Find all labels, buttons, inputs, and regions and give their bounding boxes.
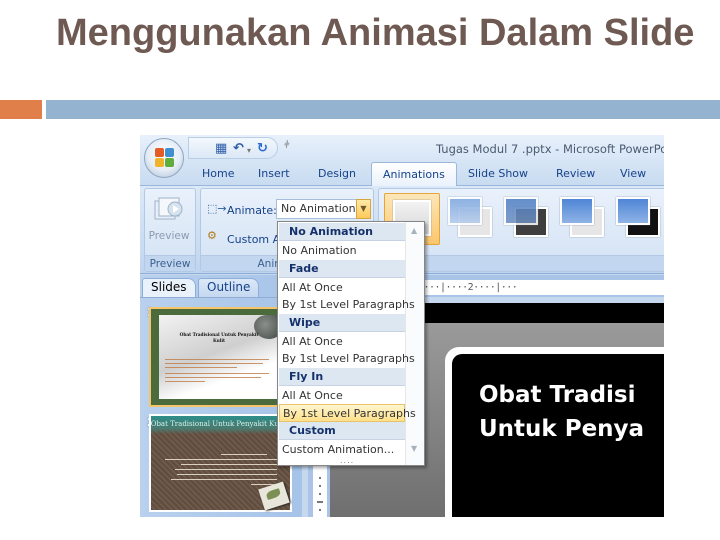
menu-item-fly-in-by-paragraph[interactable]: By 1st Level Paragraphs (279, 404, 416, 422)
animate-dropdown-button[interactable]: ▼ (356, 199, 371, 219)
tab-view[interactable]: View (620, 167, 646, 180)
section-header-fade: Fade (279, 260, 405, 278)
preview-group: Preview Preview (144, 188, 196, 272)
menu-item-fade-all-at-once[interactable]: All At Once (279, 279, 405, 297)
transition-cut-through-black[interactable] (612, 193, 664, 245)
custom-animation-icon: ⚙ (207, 229, 217, 242)
section-header-no-animation: No Animation (279, 223, 405, 241)
undo-dropdown-icon[interactable]: ▾ (247, 143, 251, 159)
current-slide[interactable]: Obat Tradisi Untuk Penya (445, 347, 664, 517)
slide-thumbnail-2[interactable]: Obat Tradisional Untuk Penyakit Kulit (149, 414, 292, 512)
window-title: Tugas Modul 7 .pptx - Microsoft PowerPoi… (436, 142, 664, 156)
tab-animations[interactable]: Animations (371, 162, 457, 187)
scroll-down-icon[interactable]: ▼ (411, 444, 417, 453)
menu-item-wipe-by-paragraph[interactable]: By 1st Level Paragraphs (279, 350, 415, 368)
section-header-custom: Custom (279, 422, 405, 440)
tab-review[interactable]: Review (556, 167, 595, 180)
office-logo-icon (155, 148, 175, 168)
title-bar: ▦ ↶ ▾ ↻ ⫩ Tugas Modul 7 .pptx - Microsof… (140, 135, 664, 161)
customize-qat-icon[interactable]: ⫩ (284, 140, 290, 151)
dropdown-scrollbar[interactable]: ▲ ▼ (405, 222, 424, 465)
ribbon-tabs: Home Insert Design Animations Slide Show… (140, 161, 664, 187)
preview-group-label: Preview (145, 255, 195, 271)
scroll-up-icon[interactable]: ▲ (411, 226, 417, 235)
preview-icon[interactable] (154, 197, 184, 225)
tab-design[interactable]: Design (318, 167, 356, 180)
slide-title: Menggunakan Animasi Dalam Slide (56, 12, 695, 54)
leaf-image (258, 481, 290, 511)
slide-title-text[interactable]: Obat Tradisi Untuk Penya (479, 378, 644, 446)
thumbnail-title: Obat Tradisional Untuk Penyakit Kulit (150, 420, 286, 428)
office-button[interactable] (144, 138, 184, 178)
section-header-wipe: Wipe (279, 314, 405, 332)
menu-item-fade-by-paragraph[interactable]: By 1st Level Paragraphs (279, 296, 415, 314)
menu-item-wipe-all-at-once[interactable]: All At Once (279, 333, 405, 351)
tab-slides[interactable]: Slides (142, 278, 196, 297)
section-header-fly-in: Fly In (279, 368, 405, 386)
accent-bar-orange (0, 100, 42, 119)
transition-fade-through-black[interactable] (500, 193, 556, 245)
powerpoint-screenshot: ▦ ↶ ▾ ↻ ⫩ Tugas Modul 7 .pptx - Microsof… (140, 135, 664, 517)
menu-item-no-animation[interactable]: No Animation (279, 242, 405, 260)
transition-cut[interactable] (556, 193, 612, 245)
redo-icon[interactable]: ↻ (257, 141, 268, 157)
tab-home[interactable]: Home (202, 167, 234, 180)
transition-fade-smoothly[interactable] (444, 193, 500, 245)
undo-icon[interactable]: ↶ (233, 141, 244, 157)
tab-insert[interactable]: Insert (258, 167, 290, 180)
menu-item-fly-in-all-at-once[interactable]: All At Once (279, 387, 405, 405)
accent-bar-blue (46, 100, 720, 119)
resize-grip[interactable]: .... (340, 456, 354, 465)
animate-label: Animate: (227, 204, 277, 217)
thumbnail-title: Obat Tradisional Untuk Penyakit Kulit (179, 333, 259, 344)
preview-button[interactable]: Preview (145, 230, 193, 242)
tab-outline[interactable]: Outline (198, 278, 260, 297)
quick-access-toolbar: ▦ ↶ ▾ ↻ (188, 137, 278, 159)
animate-dropdown-menu: ▲ ▼ No Animation No Animation Fade All A… (277, 221, 425, 466)
animate-icon: ⬚→ (207, 202, 227, 215)
save-icon[interactable]: ▦ (215, 141, 227, 157)
tab-slide-show[interactable]: Slide Show (468, 167, 528, 180)
slide-thumbnail-1[interactable]: Obat Tradisional Untuk Penyakit Kulit (149, 307, 292, 407)
